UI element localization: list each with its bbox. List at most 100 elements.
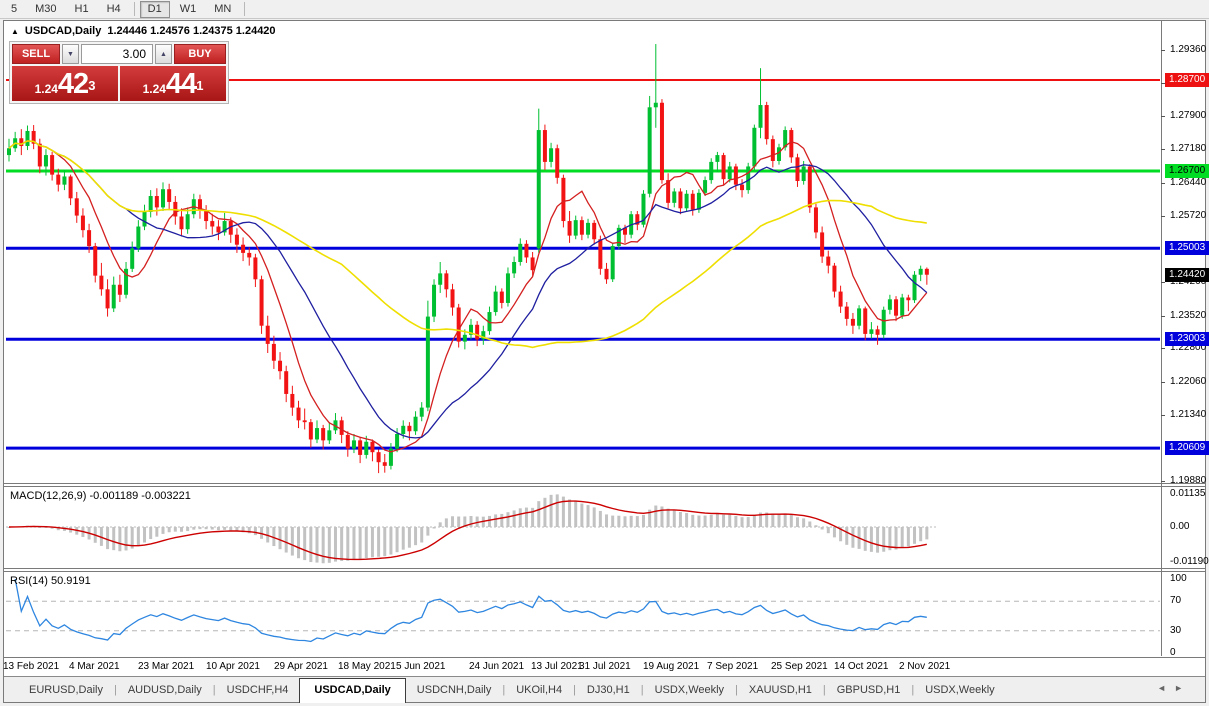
sell-price-small: 1.24 (35, 79, 58, 99)
rsi-scale-label: 100 (1170, 573, 1187, 585)
timeframe-button-mn[interactable]: MN (206, 1, 239, 18)
date-label: 25 Sep 2021 (771, 661, 828, 672)
buy-price-sup: 1 (196, 73, 203, 99)
sell-price-sup: 3 (88, 73, 95, 99)
date-label: 7 Sep 2021 (707, 661, 758, 672)
date-label: 24 Jun 2021 (469, 661, 524, 672)
tab-usdx-weekly-2[interactable]: USDX,Weekly (914, 679, 1005, 702)
price-level-badge: 1.25003 (1165, 241, 1209, 255)
tabs-scroll-left-icon[interactable]: ◄ (1157, 683, 1174, 693)
volume-increase-button[interactable]: ▲ (155, 44, 172, 64)
date-label: 13 Jul 2021 (531, 661, 583, 672)
price-level-badge: 1.23003 (1165, 332, 1209, 346)
timeframe-button-h1[interactable]: H1 (67, 1, 97, 18)
price-tick-label: 1.22060 (1170, 376, 1206, 388)
symbol-period-label: USDCAD,Daily (25, 25, 101, 37)
price-tick-mark (1161, 50, 1165, 51)
macd-signal-value: -0.003221 (141, 490, 191, 502)
price-level-badge: 1.20609 (1165, 441, 1209, 455)
date-label: 13 Feb 2021 (3, 661, 59, 672)
date-label: 29 Apr 2021 (274, 661, 328, 672)
price-tick-label: 1.21340 (1170, 409, 1206, 421)
rsi-panel-divider[interactable] (4, 568, 1205, 572)
date-axis[interactable]: 13 Feb 2021 4 Mar 2021 23 Mar 2021 10 Apr 2… (4, 657, 1205, 676)
price-level-badge: 1.28700 (1165, 73, 1209, 87)
price-tick-mark (1161, 282, 1165, 283)
timeframe-button-5[interactable]: 5 (3, 1, 25, 18)
tab-eurusd-daily[interactable]: EURUSD,Daily (18, 679, 114, 702)
price-tick-mark (1161, 216, 1165, 217)
date-label: 23 Mar 2021 (138, 661, 194, 672)
one-click-trading-panel: SELL ▼ ▲ BUY 1.24423 1.24441 (9, 41, 229, 104)
rsi-label: RSI(14) 50.9191 (10, 575, 91, 587)
timeframe-button-d1[interactable]: D1 (140, 1, 170, 18)
price-tick-label: 1.19880 (1170, 475, 1206, 487)
price-tick-mark (1161, 149, 1165, 150)
date-label: 5 Jun 2021 (396, 661, 446, 672)
tab-usdchf-h4[interactable]: USDCHF,H4 (216, 679, 300, 702)
date-label: 14 Oct 2021 (834, 661, 888, 672)
rsi-panel[interactable] (6, 573, 1160, 655)
tabs-scroll-right-icon[interactable]: ► (1174, 683, 1191, 693)
timeframe-toolbar: 5M30H1H4 D1W1MN (0, 0, 1209, 19)
macd-panel-divider[interactable] (4, 483, 1205, 487)
toolbar-separator (244, 2, 245, 16)
price-tick-label: 1.26440 (1170, 177, 1206, 189)
timeframe-button-w1[interactable]: W1 (172, 1, 205, 18)
date-label: 2 Nov 2021 (899, 661, 950, 672)
sell-price-tile[interactable]: 1.24423 (12, 66, 118, 101)
price-tick-mark (1161, 183, 1165, 184)
sell-price-big: 42 (58, 70, 88, 99)
price-tick-mark (1161, 415, 1165, 416)
price-tick-mark (1161, 348, 1165, 349)
volume-decrease-button[interactable]: ▼ (62, 44, 79, 64)
current-price-badge: 1.24420 (1165, 268, 1209, 282)
macd-label: MACD(12,26,9) -0.001189 -0.003221 (10, 490, 191, 502)
buy-price-tile[interactable]: 1.24441 (120, 66, 226, 101)
chart-window: ▲ USDCAD,Daily 1.24446 1.24576 1.24375 1… (3, 20, 1206, 703)
macd-scale-label: 0.01135 (1170, 488, 1205, 500)
price-tick-label: 1.27900 (1170, 110, 1206, 122)
price-tick-mark (1161, 481, 1165, 482)
tab-usdcad-daily[interactable]: USDCAD,Daily (299, 678, 405, 703)
date-label: 19 Aug 2021 (643, 661, 699, 672)
date-label: 18 May 2021 (338, 661, 396, 672)
price-tick-label: 1.23520 (1170, 310, 1206, 322)
tab-xauusd-h1[interactable]: XAUUSD,H1 (738, 679, 823, 702)
tab-scroll-nav: ◄► (1157, 683, 1191, 693)
tab-gbpusd-h1[interactable]: GBPUSD,H1 (826, 679, 912, 702)
tab-usdcnh-daily[interactable]: USDCNH,Daily (406, 679, 503, 702)
tab-dj30-h1[interactable]: DJ30,H1 (576, 679, 641, 702)
price-tick-mark (1161, 116, 1165, 117)
price-level-badge: 1.26700 (1165, 164, 1209, 178)
rsi-value: 50.9191 (51, 575, 91, 587)
macd-value: -0.001189 (89, 490, 138, 502)
sell-button[interactable]: SELL (12, 44, 60, 64)
date-label: 31 Jul 2021 (579, 661, 631, 672)
tab-audusd-daily[interactable]: AUDUSD,Daily (117, 679, 213, 702)
tab-ukoil-h4[interactable]: UKOil,H4 (505, 679, 573, 702)
price-tick-label: 1.25720 (1170, 210, 1206, 222)
toolbar-separator (134, 2, 135, 16)
buy-button[interactable]: BUY (174, 44, 226, 64)
chart-tab-bar: EURUSD,Daily|AUDUSD,Daily|USDCHF,H4USDCA… (4, 676, 1205, 702)
price-tick-label: 1.29360 (1170, 44, 1206, 56)
buy-price-small: 1.24 (143, 79, 166, 99)
date-label: 4 Mar 2021 (69, 661, 120, 672)
rsi-scale-label: 30 (1170, 625, 1181, 637)
date-label: 10 Apr 2021 (206, 661, 260, 672)
rsi-scale-label: 70 (1170, 595, 1181, 607)
volume-input[interactable] (81, 44, 153, 64)
tab-usdx-weekly[interactable]: USDX,Weekly (644, 679, 735, 702)
timeframe-button-h4[interactable]: H4 (99, 1, 129, 18)
macd-scale-label: -0.011904 (1170, 556, 1209, 568)
macd-scale-label: 0.00 (1170, 521, 1189, 533)
buy-price-big: 44 (166, 70, 196, 99)
quote-header: ▲ USDCAD,Daily 1.24446 1.24576 1.24375 1… (11, 25, 276, 37)
price-tick-mark (1161, 316, 1165, 317)
timeframe-button-m30[interactable]: M30 (27, 1, 64, 18)
price-tick-label: 1.27180 (1170, 143, 1206, 155)
quote-ohlc-values: 1.24446 1.24576 1.24375 1.24420 (107, 25, 275, 37)
chart-collapse-icon[interactable]: ▲ (11, 27, 19, 36)
price-tick-mark (1161, 382, 1165, 383)
